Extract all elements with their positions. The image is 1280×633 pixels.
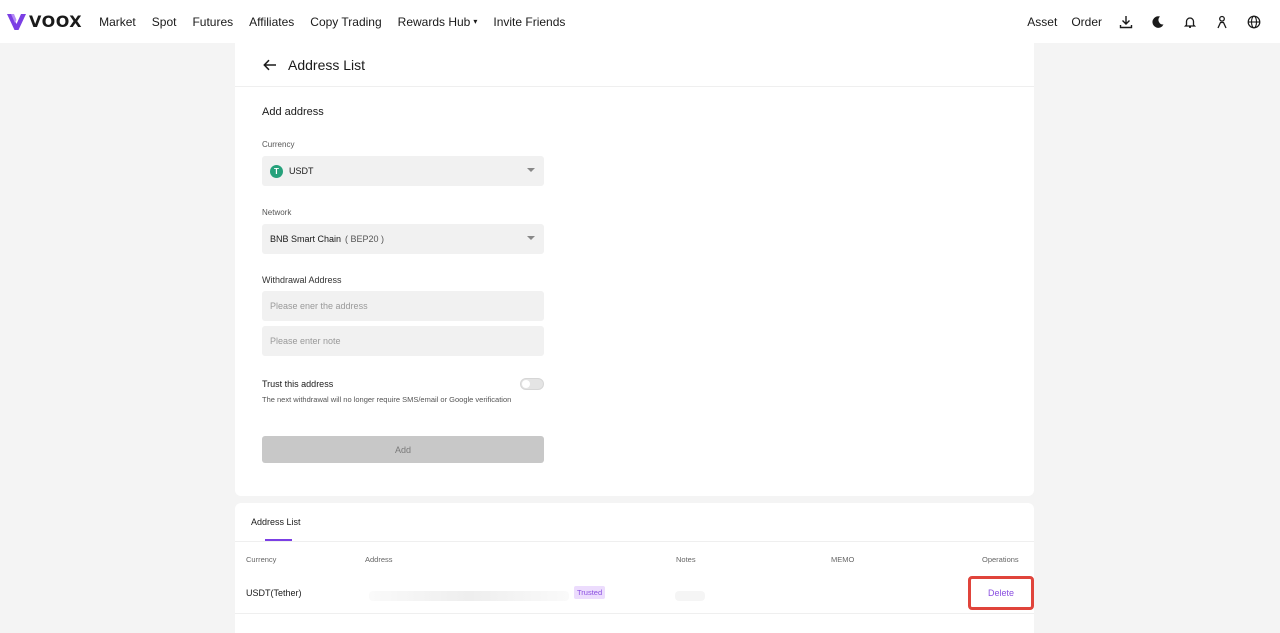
page-title: Address List bbox=[288, 56, 366, 73]
trusted-badge: Trusted bbox=[574, 586, 606, 599]
column-header-currency: Currency bbox=[246, 555, 277, 564]
row-address-redacted bbox=[369, 591, 569, 601]
trust-address-description: The next withdrawal will no longer requi… bbox=[262, 395, 512, 404]
column-header-notes: Notes bbox=[676, 555, 696, 564]
address-input[interactable] bbox=[262, 291, 544, 321]
address-list-card: Address List Currency Address Notes MEMO… bbox=[235, 503, 1034, 633]
tether-icon: T bbox=[270, 164, 283, 178]
nav-rewards-hub[interactable]: Rewards Hub ▾ bbox=[398, 15, 478, 29]
section-title: Add address bbox=[262, 106, 324, 118]
column-header-address: Address bbox=[365, 555, 393, 564]
brand-name: VOOX bbox=[29, 12, 83, 31]
currency-label: Currency bbox=[262, 140, 295, 149]
globe-icon[interactable] bbox=[1246, 14, 1262, 30]
divider bbox=[235, 613, 1034, 614]
toggle-knob bbox=[522, 380, 530, 388]
moon-icon[interactable] bbox=[1150, 14, 1166, 30]
nav-market[interactable]: Market bbox=[99, 15, 136, 29]
column-header-memo: MEMO bbox=[831, 555, 855, 564]
caret-down-icon bbox=[527, 236, 535, 240]
nav-spot[interactable]: Spot bbox=[152, 15, 177, 29]
back-arrow-icon[interactable] bbox=[262, 57, 278, 73]
trust-address-toggle[interactable] bbox=[520, 378, 544, 390]
row-notes-redacted bbox=[675, 591, 705, 601]
column-header-operations: Operations bbox=[982, 555, 1019, 564]
network-label: Network bbox=[262, 208, 292, 217]
top-navbar: VOOX Market Spot Futures Affiliates Copy… bbox=[0, 0, 1280, 43]
tab-address-list[interactable]: Address List bbox=[251, 517, 301, 527]
nav-right: Asset Order bbox=[1027, 0, 1262, 43]
caret-down-icon: ▾ bbox=[473, 17, 478, 26]
user-icon[interactable] bbox=[1214, 14, 1230, 30]
nav-invite-friends[interactable]: Invite Friends bbox=[493, 15, 565, 29]
withdrawal-address-label: Withdrawal Address bbox=[262, 275, 342, 285]
delete-button[interactable]: Delete bbox=[968, 576, 1034, 610]
nav-order[interactable]: Order bbox=[1071, 15, 1102, 29]
nav-copy-trading[interactable]: Copy Trading bbox=[310, 15, 381, 29]
bell-icon[interactable] bbox=[1182, 14, 1198, 30]
caret-down-icon bbox=[527, 168, 535, 172]
nav-affiliates[interactable]: Affiliates bbox=[249, 15, 294, 29]
brand-logo[interactable]: VOOX bbox=[7, 12, 82, 31]
nav-rewards-hub-label: Rewards Hub bbox=[397, 14, 471, 29]
add-button[interactable]: Add bbox=[262, 436, 544, 463]
nav-futures[interactable]: Futures bbox=[192, 15, 233, 29]
add-address-card: Address List Add address Currency T USDT… bbox=[235, 43, 1034, 496]
network-select[interactable]: BNB Smart Chain ( BEP20 ) bbox=[262, 224, 544, 254]
note-input[interactable] bbox=[262, 326, 544, 356]
main-nav: Market Spot Futures Affiliates Copy Trad… bbox=[99, 15, 581, 29]
add-address-form: Add address Currency T USDT Network BNB … bbox=[262, 106, 544, 463]
page-header: Address List bbox=[235, 43, 1034, 87]
voox-logo-icon bbox=[7, 13, 26, 30]
trust-address-title: Trust this address bbox=[262, 379, 334, 389]
network-value: BNB Smart Chain bbox=[270, 234, 342, 244]
row-currency: USDT(Tether) bbox=[246, 588, 302, 598]
currency-select[interactable]: T USDT bbox=[262, 156, 544, 186]
currency-value: USDT bbox=[289, 166, 314, 176]
network-standard: ( BEP20 ) bbox=[345, 234, 385, 244]
download-icon[interactable] bbox=[1118, 14, 1134, 30]
nav-asset[interactable]: Asset bbox=[1027, 15, 1057, 29]
divider bbox=[235, 541, 1034, 542]
